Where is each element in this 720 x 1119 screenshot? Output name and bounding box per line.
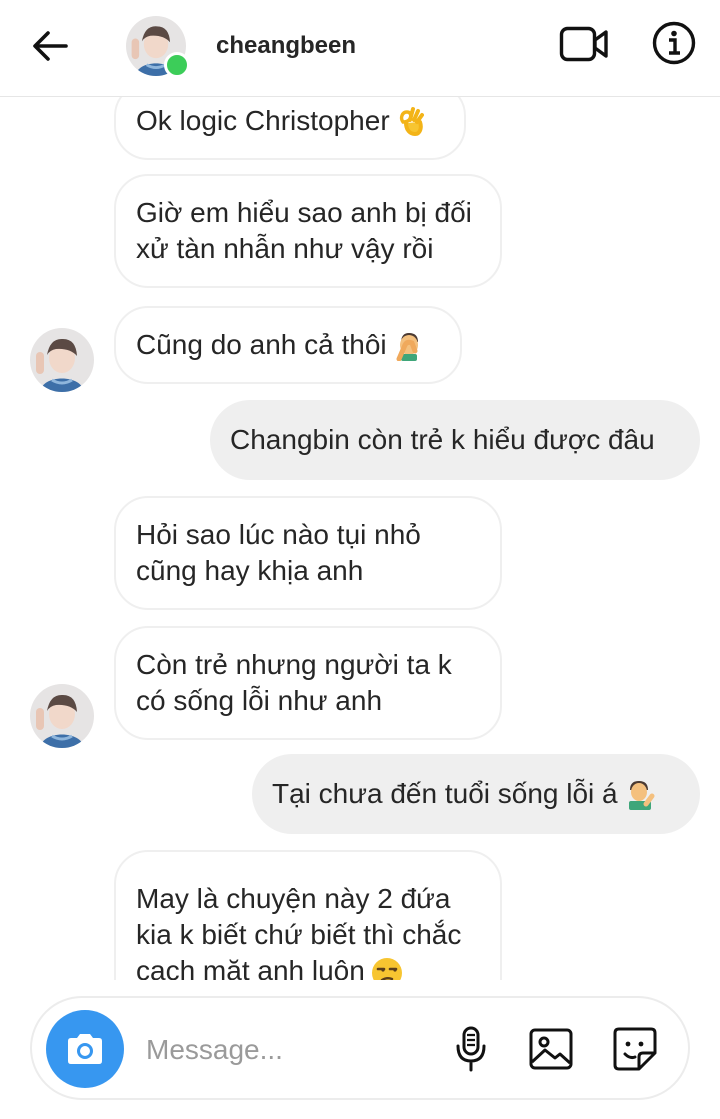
chat-header: cheangbeen: [0, 0, 720, 97]
online-status-dot: [164, 52, 190, 78]
camera-icon: [68, 1034, 102, 1064]
message-bubble-outgoing[interactable]: Changbin còn trẻ k hiểu được đâu: [210, 400, 700, 480]
message-composer: [30, 996, 690, 1100]
message-bubble-incoming[interactable]: Ok logic Christopher: [114, 96, 466, 160]
sticker-button[interactable]: [610, 1024, 660, 1074]
message-input[interactable]: [144, 1026, 438, 1074]
message-text: Ok logic Christopher: [136, 105, 390, 136]
voice-message-button[interactable]: [446, 1024, 496, 1074]
message-text: Hỏi sao lúc nào tụi nhỏ cũng hay khịa an…: [136, 519, 421, 586]
back-button[interactable]: [26, 22, 74, 70]
message-bubble-incoming[interactable]: May là chuyện này 2 đứa kia k biết chứ b…: [114, 850, 502, 980]
sender-avatar[interactable]: [30, 684, 94, 748]
image-icon: [529, 1028, 573, 1070]
message-bubble-incoming[interactable]: Hỏi sao lúc nào tụi nhỏ cũng hay khịa an…: [114, 496, 502, 610]
message-bubble-outgoing[interactable]: Tại chưa đến tuổi sống lỗi á: [252, 754, 700, 834]
message-text: Cũng do anh cả thôi: [136, 329, 387, 360]
message-text: Còn trẻ nhưng người ta k có sống lỗi như…: [136, 649, 452, 716]
microphone-icon: [456, 1026, 486, 1072]
camera-button[interactable]: [46, 1010, 124, 1088]
ok-hand-emoji-icon: [399, 107, 424, 136]
message-text: Tại chưa đến tuổi sống lỗi á: [272, 778, 618, 809]
sender-avatar[interactable]: [30, 328, 94, 392]
message-bubble-incoming[interactable]: Còn trẻ nhưng người ta k có sống lỗi như…: [114, 626, 502, 740]
message-bubble-incoming[interactable]: Cũng do anh cả thôi: [114, 306, 462, 384]
message-thread[interactable]: Ok logic Christopher Giờ em hiểu sao anh…: [0, 96, 720, 980]
video-call-button[interactable]: [556, 20, 612, 68]
unamused-emoji-icon: [371, 957, 402, 980]
contact-username[interactable]: cheangbeen: [216, 32, 356, 60]
sticker-icon: [613, 1027, 657, 1071]
message-text: May là chuyện này 2 đứa kia k biết chứ b…: [136, 881, 461, 980]
info-icon: [652, 21, 696, 65]
message-text: Giờ em hiểu sao anh bị đối xử tàn nhẫn n…: [136, 197, 472, 264]
message-text: Changbin còn trẻ k hiểu được đâu: [230, 424, 655, 455]
conversation-info-button[interactable]: [650, 18, 698, 68]
facepalm-emoji-icon: [396, 333, 418, 361]
message-bubble-incoming[interactable]: Giờ em hiểu sao anh bị đối xử tàn nhẫn n…: [114, 174, 502, 288]
arrow-left-icon: [33, 31, 68, 61]
contact-avatar[interactable]: [126, 16, 190, 78]
gallery-button[interactable]: [526, 1024, 576, 1074]
tipping-hand-emoji-icon: [628, 781, 655, 810]
video-camera-icon: [559, 26, 608, 62]
